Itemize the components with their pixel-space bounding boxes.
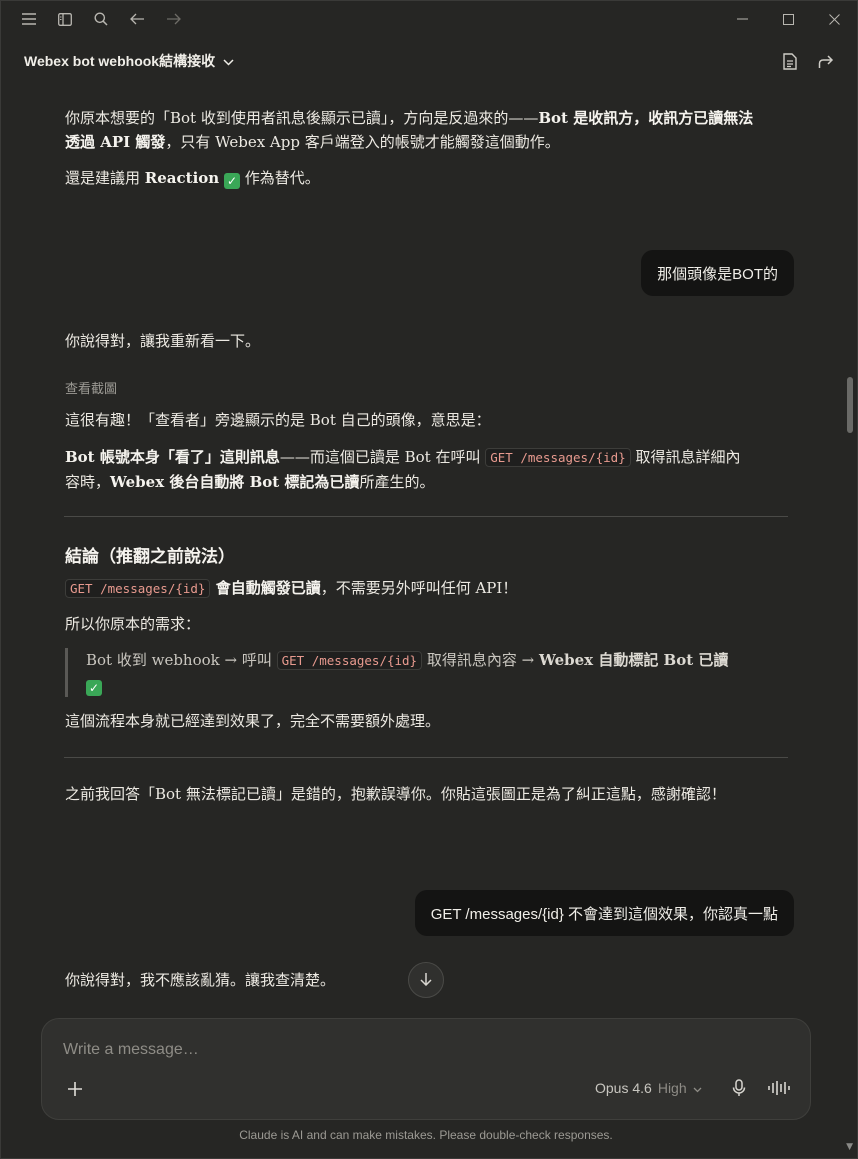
title-bar bbox=[1, 1, 857, 37]
menu-icon[interactable] bbox=[11, 1, 47, 37]
maximize-icon[interactable] bbox=[765, 1, 811, 37]
message-input[interactable] bbox=[63, 1041, 763, 1059]
microphone-icon bbox=[732, 1079, 746, 1101]
chevron-down-icon bbox=[223, 53, 234, 69]
assistant-message-paragraph: 你原本想要的「Bot 收到使用者訊息後顯示已讀」，方向是反過來的——Bot 是收… bbox=[65, 109, 754, 151]
assistant-message-paragraph: 所以你原本的需求： bbox=[65, 615, 201, 633]
conversation-title-button[interactable]: Webex bot webhook結構接收 bbox=[24, 51, 234, 71]
chevron-down-icon bbox=[693, 1080, 702, 1096]
tool-use-label[interactable]: 查看截圖 bbox=[65, 378, 755, 397]
section-heading: 結論（推翻之前說法） bbox=[65, 547, 235, 567]
scroll-down-arrow-icon[interactable]: ▼ bbox=[846, 1142, 853, 1152]
message-composer: Opus 4.6 High bbox=[41, 1018, 811, 1120]
effort-level: High bbox=[657, 1080, 687, 1096]
conversation-header: Webex bot webhook結構接收 bbox=[1, 41, 857, 81]
model-selector[interactable]: Opus 4.6 High bbox=[595, 1080, 702, 1096]
assistant-message-paragraph: 還是建議用 Reaction ✓ 作為替代。 bbox=[65, 169, 320, 189]
share-icon[interactable] bbox=[815, 50, 837, 72]
divider bbox=[64, 757, 788, 758]
forward-arrow-icon[interactable] bbox=[155, 1, 191, 37]
scroll-to-bottom-button[interactable] bbox=[408, 962, 444, 998]
assistant-message-paragraph: 這很有趣！「查看者」旁邊顯示的是 Bot 自己的頭像，意思是： bbox=[65, 411, 491, 429]
check-mark-icon: ✓ bbox=[86, 680, 102, 696]
disclaimer-text: Claude is AI and can make mistakes. Plea… bbox=[239, 1128, 613, 1142]
scrollbar-thumb[interactable] bbox=[847, 377, 853, 433]
conversation-scroll-area[interactable]: 你原本想要的「Bot 收到使用者訊息後顯示已讀」，方向是反過來的——Bot 是收… bbox=[1, 85, 857, 1005]
add-attachment-button[interactable] bbox=[64, 1079, 86, 1101]
close-icon[interactable] bbox=[811, 1, 857, 37]
waveform-icon bbox=[768, 1080, 790, 1100]
search-icon[interactable] bbox=[83, 1, 119, 37]
sidebar-toggle-icon[interactable] bbox=[47, 1, 83, 37]
assistant-message-paragraph: Bot 帳號本身「看了」這則訊息——而這個已讀是 Bot 在呼叫 GET /me… bbox=[65, 448, 741, 491]
inline-code: GET /messages/{id} bbox=[276, 651, 423, 670]
user-message-bubble: 那個頭像是BOT的 bbox=[641, 250, 794, 296]
conversation-title: Webex bot webhook結構接收 bbox=[24, 53, 216, 69]
user-message-text: GET /messages/{id} 不會達到這個效果，你認真一點 bbox=[430, 905, 778, 923]
assistant-message-paragraph: 你說得對，讓我重新看一下。 bbox=[65, 332, 261, 350]
user-message-text: 那個頭像是BOT的 bbox=[657, 265, 778, 283]
blockquote: Bot 收到 webhook → 呼叫 GET /messages/{id} 取… bbox=[65, 648, 755, 697]
inline-code: GET /messages/{id} bbox=[485, 448, 631, 467]
inline-code: GET /messages/{id} bbox=[65, 579, 211, 598]
voice-mode-button[interactable] bbox=[766, 1078, 792, 1102]
divider bbox=[64, 516, 788, 517]
model-name: Opus 4.6 bbox=[595, 1080, 652, 1096]
arrow-down-icon bbox=[420, 971, 432, 990]
check-mark-icon: ✓ bbox=[223, 173, 240, 189]
assistant-message-paragraph: 這個流程本身就已經達到效果了，完全不需要額外處理。 bbox=[65, 712, 441, 730]
scrollbar[interactable] bbox=[844, 85, 856, 1155]
assistant-message-paragraph: 之前我回答「Bot 無法標記已讀」是錯的，抱歉誤導你。你貼這張圖正是為了糾正這點… bbox=[65, 785, 726, 803]
assistant-message-paragraph: GET /messages/{id} 會自動觸發已讀，不需要另外呼叫任何 API… bbox=[65, 576, 755, 601]
document-icon[interactable] bbox=[779, 50, 801, 72]
back-arrow-icon[interactable] bbox=[119, 1, 155, 37]
microphone-button[interactable] bbox=[728, 1078, 750, 1102]
user-message-bubble: GET /messages/{id} 不會達到這個效果，你認真一點 bbox=[414, 890, 794, 936]
minimize-icon[interactable] bbox=[719, 1, 765, 37]
plus-icon bbox=[68, 1081, 82, 1100]
